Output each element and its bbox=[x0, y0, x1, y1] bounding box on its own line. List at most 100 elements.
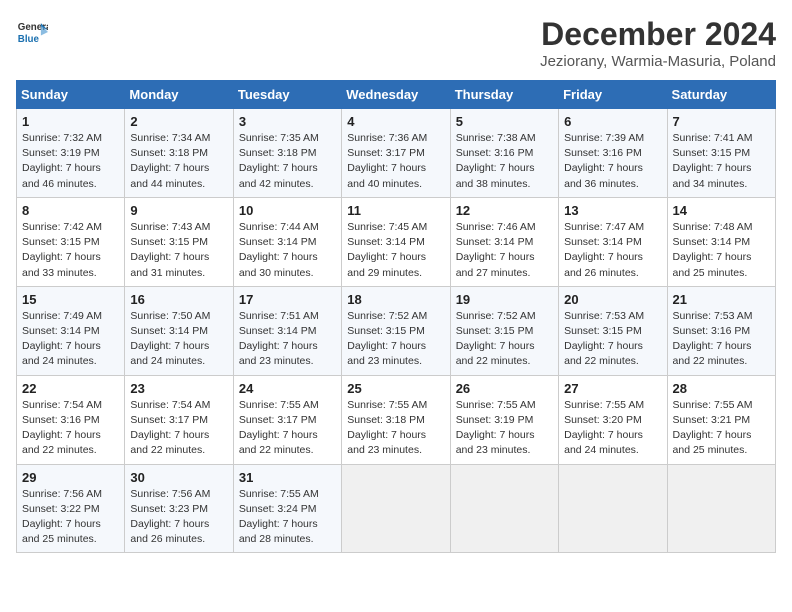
day-cell: 10 Sunrise: 7:44 AMSunset: 3:14 PMDayligh… bbox=[233, 197, 341, 286]
day-cell bbox=[667, 464, 775, 553]
day-info: Sunrise: 7:52 AMSunset: 3:15 PMDaylight:… bbox=[456, 309, 553, 370]
header-day-monday: Monday bbox=[125, 81, 233, 109]
day-number: 7 bbox=[673, 114, 770, 129]
week-row-4: 22 Sunrise: 7:54 AMSunset: 3:16 PMDayligh… bbox=[17, 375, 776, 464]
day-number: 20 bbox=[564, 292, 661, 307]
day-cell bbox=[559, 464, 667, 553]
subtitle: Jeziorany, Warmia-Masuria, Poland bbox=[540, 53, 776, 70]
day-info: Sunrise: 7:46 AMSunset: 3:14 PMDaylight:… bbox=[456, 220, 553, 281]
day-info: Sunrise: 7:54 AMSunset: 3:17 PMDaylight:… bbox=[130, 398, 227, 459]
day-cell: 28Sunrise: 7:55 AMSunset: 3:21 PMDayligh… bbox=[667, 375, 775, 464]
day-cell: 16 Sunrise: 7:50 AMSunset: 3:14 PMDayligh… bbox=[125, 286, 233, 375]
day-number: 17 bbox=[239, 292, 336, 307]
header-day-friday: Friday bbox=[559, 81, 667, 109]
day-info: Sunrise: 7:41 AMSunset: 3:15 PMDaylight:… bbox=[673, 131, 770, 192]
day-cell: 25Sunrise: 7:55 AMSunset: 3:18 PMDayligh… bbox=[342, 375, 450, 464]
day-number: 10 bbox=[239, 203, 336, 218]
logo: General Blue bbox=[16, 16, 48, 48]
day-info: Sunrise: 7:52 AMSunset: 3:15 PMDaylight:… bbox=[347, 309, 444, 370]
calendar-header: SundayMondayTuesdayWednesdayThursdayFrid… bbox=[17, 81, 776, 109]
day-info: Sunrise: 7:44 AMSunset: 3:14 PMDaylight:… bbox=[239, 220, 336, 281]
day-info: Sunrise: 7:55 AMSunset: 3:19 PMDaylight:… bbox=[456, 398, 553, 459]
header-day-sunday: Sunday bbox=[17, 81, 125, 109]
day-cell: 12 Sunrise: 7:46 AMSunset: 3:14 PMDayligh… bbox=[450, 197, 558, 286]
day-number: 8 bbox=[22, 203, 119, 218]
day-cell: 11Sunrise: 7:45 AMSunset: 3:14 PMDayligh… bbox=[342, 197, 450, 286]
day-info: Sunrise: 7:34 AMSunset: 3:18 PMDaylight:… bbox=[130, 131, 227, 192]
day-number: 14 bbox=[673, 203, 770, 218]
day-number: 26 bbox=[456, 381, 553, 396]
week-row-5: 29 Sunrise: 7:56 AMSunset: 3:22 PMDayligh… bbox=[17, 464, 776, 553]
day-info: Sunrise: 7:56 AMSunset: 3:22 PMDaylight:… bbox=[22, 487, 119, 548]
day-info: Sunrise: 7:48 AMSunset: 3:14 PMDaylight:… bbox=[673, 220, 770, 281]
day-number: 27 bbox=[564, 381, 661, 396]
day-cell: 3Sunrise: 7:35 AMSunset: 3:18 PMDaylight… bbox=[233, 109, 341, 198]
day-number: 6 bbox=[564, 114, 661, 129]
day-number: 18 bbox=[347, 292, 444, 307]
day-info: Sunrise: 7:55 AMSunset: 3:18 PMDaylight:… bbox=[347, 398, 444, 459]
day-cell: 1Sunrise: 7:32 AMSunset: 3:19 PMDaylight… bbox=[17, 109, 125, 198]
day-number: 24 bbox=[239, 381, 336, 396]
day-info: Sunrise: 7:55 AMSunset: 3:17 PMDaylight:… bbox=[239, 398, 336, 459]
day-cell: 17Sunrise: 7:51 AMSunset: 3:14 PMDayligh… bbox=[233, 286, 341, 375]
day-info: Sunrise: 7:36 AMSunset: 3:17 PMDaylight:… bbox=[347, 131, 444, 192]
day-info: Sunrise: 7:53 AMSunset: 3:16 PMDaylight:… bbox=[673, 309, 770, 370]
page-header: General Blue December 2024 Jeziorany, Wa… bbox=[16, 16, 776, 70]
day-cell: 5Sunrise: 7:38 AMSunset: 3:16 PMDaylight… bbox=[450, 109, 558, 198]
calendar-table: SundayMondayTuesdayWednesdayThursdayFrid… bbox=[16, 80, 776, 553]
logo-icon: General Blue bbox=[16, 16, 48, 48]
day-number: 23 bbox=[130, 381, 227, 396]
day-number: 19 bbox=[456, 292, 553, 307]
title-block: December 2024 Jeziorany, Warmia-Masuria,… bbox=[540, 16, 776, 70]
week-row-3: 15Sunrise: 7:49 AMSunset: 3:14 PMDayligh… bbox=[17, 286, 776, 375]
day-cell: 2 Sunrise: 7:34 AMSunset: 3:18 PMDaylight… bbox=[125, 109, 233, 198]
svg-text:Blue: Blue bbox=[18, 34, 40, 45]
header-day-tuesday: Tuesday bbox=[233, 81, 341, 109]
day-info: Sunrise: 7:45 AMSunset: 3:14 PMDaylight:… bbox=[347, 220, 444, 281]
day-info: Sunrise: 7:54 AMSunset: 3:16 PMDaylight:… bbox=[22, 398, 119, 459]
day-number: 29 bbox=[22, 470, 119, 485]
day-number: 31 bbox=[239, 470, 336, 485]
day-number: 1 bbox=[22, 114, 119, 129]
day-cell: 29 Sunrise: 7:56 AMSunset: 3:22 PMDayligh… bbox=[17, 464, 125, 553]
week-row-1: 1Sunrise: 7:32 AMSunset: 3:19 PMDaylight… bbox=[17, 109, 776, 198]
day-cell: 9 Sunrise: 7:43 AMSunset: 3:15 PMDaylight… bbox=[125, 197, 233, 286]
header-day-wednesday: Wednesday bbox=[342, 81, 450, 109]
header-day-saturday: Saturday bbox=[667, 81, 775, 109]
day-cell: 14 Sunrise: 7:48 AMSunset: 3:14 PMDayligh… bbox=[667, 197, 775, 286]
day-info: Sunrise: 7:43 AMSunset: 3:15 PMDaylight:… bbox=[130, 220, 227, 281]
day-cell bbox=[342, 464, 450, 553]
day-cell: 21 Sunrise: 7:53 AMSunset: 3:16 PMDayligh… bbox=[667, 286, 775, 375]
day-cell: 26 Sunrise: 7:55 AMSunset: 3:19 PMDayligh… bbox=[450, 375, 558, 464]
day-cell: 7 Sunrise: 7:41 AMSunset: 3:15 PMDaylight… bbox=[667, 109, 775, 198]
day-cell: 4 Sunrise: 7:36 AMSunset: 3:17 PMDaylight… bbox=[342, 109, 450, 198]
day-cell: 18 Sunrise: 7:52 AMSunset: 3:15 PMDayligh… bbox=[342, 286, 450, 375]
day-cell: 23 Sunrise: 7:54 AMSunset: 3:17 PMDayligh… bbox=[125, 375, 233, 464]
day-info: Sunrise: 7:35 AMSunset: 3:18 PMDaylight:… bbox=[239, 131, 336, 192]
day-cell: 13 Sunrise: 7:47 AMSunset: 3:14 PMDayligh… bbox=[559, 197, 667, 286]
day-number: 16 bbox=[130, 292, 227, 307]
day-number: 12 bbox=[456, 203, 553, 218]
day-number: 5 bbox=[456, 114, 553, 129]
day-info: Sunrise: 7:50 AMSunset: 3:14 PMDaylight:… bbox=[130, 309, 227, 370]
day-cell: 20 Sunrise: 7:53 AMSunset: 3:15 PMDayligh… bbox=[559, 286, 667, 375]
day-cell: 6Sunrise: 7:39 AMSunset: 3:16 PMDaylight… bbox=[559, 109, 667, 198]
day-number: 28 bbox=[673, 381, 770, 396]
header-row: SundayMondayTuesdayWednesdayThursdayFrid… bbox=[17, 81, 776, 109]
day-number: 4 bbox=[347, 114, 444, 129]
day-number: 13 bbox=[564, 203, 661, 218]
main-title: December 2024 bbox=[540, 16, 776, 53]
day-number: 9 bbox=[130, 203, 227, 218]
day-info: Sunrise: 7:47 AMSunset: 3:14 PMDaylight:… bbox=[564, 220, 661, 281]
day-info: Sunrise: 7:56 AMSunset: 3:23 PMDaylight:… bbox=[130, 487, 227, 548]
day-number: 21 bbox=[673, 292, 770, 307]
day-cell: 27Sunrise: 7:55 AMSunset: 3:20 PMDayligh… bbox=[559, 375, 667, 464]
day-number: 2 bbox=[130, 114, 227, 129]
day-cell: 8Sunrise: 7:42 AMSunset: 3:15 PMDaylight… bbox=[17, 197, 125, 286]
header-day-thursday: Thursday bbox=[450, 81, 558, 109]
day-number: 22 bbox=[22, 381, 119, 396]
day-info: Sunrise: 7:53 AMSunset: 3:15 PMDaylight:… bbox=[564, 309, 661, 370]
day-cell: 22 Sunrise: 7:54 AMSunset: 3:16 PMDayligh… bbox=[17, 375, 125, 464]
week-row-2: 8Sunrise: 7:42 AMSunset: 3:15 PMDaylight… bbox=[17, 197, 776, 286]
day-cell: 30Sunrise: 7:56 AMSunset: 3:23 PMDayligh… bbox=[125, 464, 233, 553]
